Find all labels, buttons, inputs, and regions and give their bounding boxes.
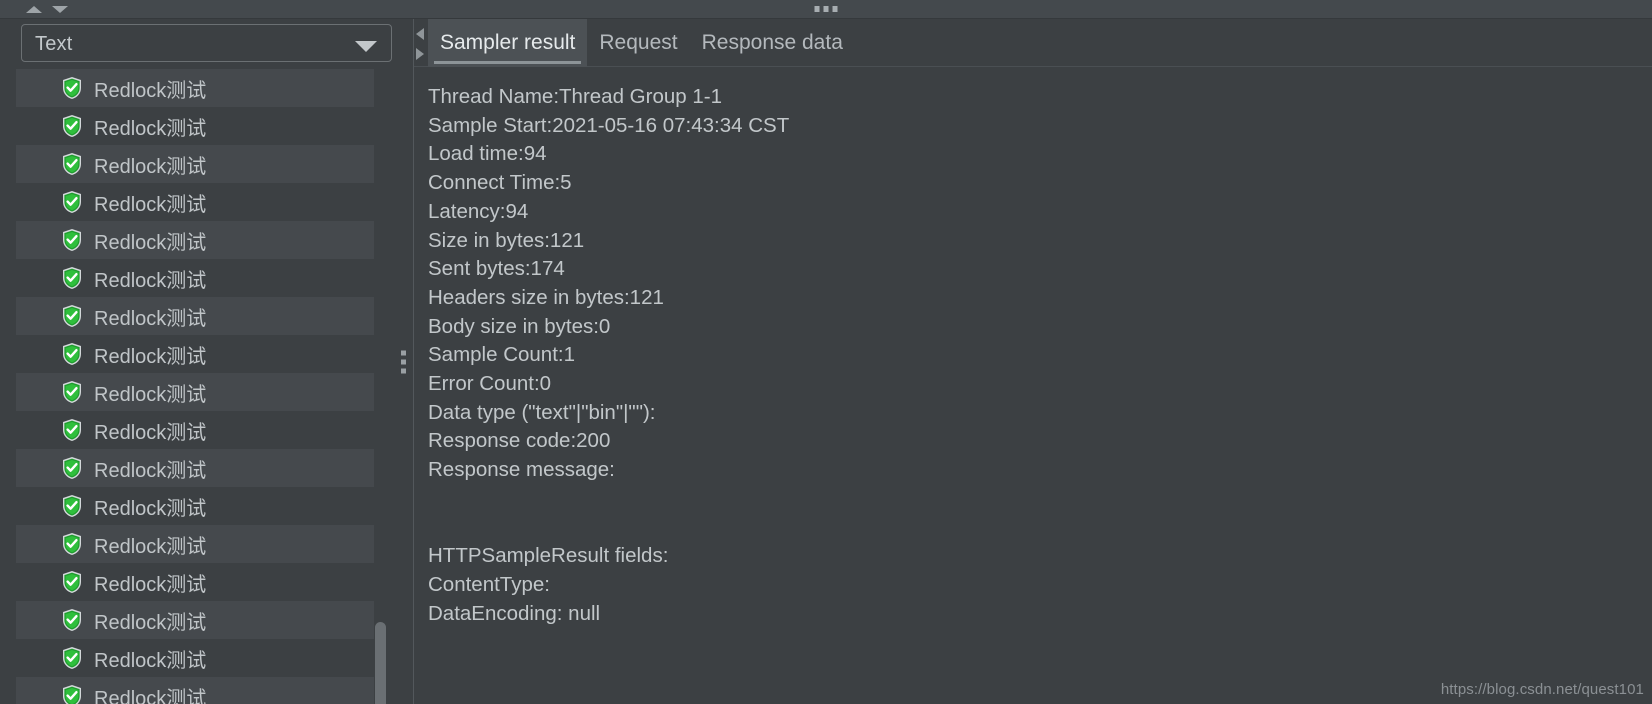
splitter-dot [401, 359, 406, 364]
green-shield-check-icon [61, 266, 83, 290]
splitter-dot [401, 368, 406, 373]
view-selector-dropdown[interactable]: Text [21, 24, 392, 62]
list-item-label: Redlock测试 [94, 611, 207, 634]
green-shield-check-icon [61, 532, 83, 556]
tab-sampler-result[interactable]: Sampler result [428, 19, 588, 67]
green-shield-check-icon [61, 418, 83, 442]
horizontal-splitter-handle[interactable] [814, 6, 838, 12]
list-item-label: Redlock测试 [94, 459, 207, 482]
green-shield-check-icon [61, 76, 83, 100]
sample-result-list[interactable]: Redlock测试 Redlock测试 Redlock测试 Redlock测试 Redl… [0, 69, 395, 704]
green-shield-check-icon [61, 684, 83, 704]
green-shield-check-icon [61, 646, 83, 670]
green-shield-check-icon [61, 380, 83, 404]
green-shield-check-icon [61, 494, 83, 518]
green-shield-check-icon [61, 608, 83, 632]
left-list-scrollbar-thumb[interactable] [375, 622, 386, 704]
tab-label: Sampler result [440, 31, 576, 54]
splitter-dot [823, 6, 829, 12]
view-selector-value: Text [35, 33, 73, 55]
watermark: https://blog.csdn.net/quest101 [1440, 681, 1644, 698]
list-item-label: Redlock测试 [94, 345, 207, 368]
list-item-label: Redlock测试 [94, 687, 207, 704]
green-shield-check-icon [61, 304, 83, 328]
sampler-result-text: Thread Name:Thread Group 1-1 Sample Star… [428, 85, 790, 625]
list-item-label: Redlock测试 [94, 79, 207, 102]
list-item[interactable]: Redlock测试 [0, 373, 395, 411]
green-shield-check-icon [61, 342, 83, 366]
triangle-up-icon[interactable] [26, 6, 42, 13]
splitter-dot [401, 350, 406, 355]
list-item-label: Redlock测试 [94, 649, 207, 672]
triangle-down-icon[interactable] [52, 6, 68, 13]
jmeter-view-results-tree: Text Redlock测试 Redlock测试 Redlock测试 Redlock测… [0, 0, 1652, 704]
list-item[interactable]: Redlock测试 [0, 221, 395, 259]
tab-label: Response data [701, 31, 843, 54]
vertical-splitter[interactable] [395, 19, 414, 704]
tab-scroll-arrows [414, 24, 428, 66]
tab-request[interactable]: Request [587, 19, 689, 67]
list-item-label: Redlock测试 [94, 117, 207, 140]
list-item[interactable]: Redlock测试 [0, 677, 395, 704]
list-item[interactable]: Redlock测试 [0, 601, 395, 639]
list-item-label: Redlock测试 [94, 193, 207, 216]
list-item[interactable]: Redlock测试 [0, 563, 395, 601]
splitter-dot [832, 6, 838, 12]
list-item-label: Redlock测试 [94, 155, 207, 178]
green-shield-check-icon [61, 152, 83, 176]
green-shield-check-icon [61, 114, 83, 138]
right-panel: Sampler result Request Response data Threa… [414, 19, 1652, 704]
splitter-dot [814, 6, 820, 12]
caret-left-icon[interactable] [416, 28, 424, 40]
list-item[interactable]: Redlock测试 [0, 259, 395, 297]
top-toolbar [0, 0, 1652, 19]
list-item-label: Redlock测试 [94, 307, 207, 330]
list-item-label: Redlock测试 [94, 269, 207, 292]
list-item[interactable]: Redlock测试 [0, 411, 395, 449]
list-item-label: Redlock测试 [94, 421, 207, 444]
list-item-label: Redlock测试 [94, 573, 207, 596]
list-item-label: Redlock测试 [94, 535, 207, 558]
list-item[interactable]: Redlock测试 [0, 183, 395, 221]
list-item-label: Redlock测试 [94, 383, 207, 406]
tab-strip: Sampler result Request Response data [414, 19, 1652, 67]
left-list-scrollbar-track[interactable] [375, 69, 391, 704]
list-item[interactable]: Redlock测试 [0, 69, 395, 107]
list-item[interactable]: Redlock测试 [0, 639, 395, 677]
list-item[interactable]: Redlock测试 [0, 145, 395, 183]
green-shield-check-icon [61, 190, 83, 214]
green-shield-check-icon [61, 570, 83, 594]
list-item-label: Redlock测试 [94, 231, 207, 254]
caret-right-icon[interactable] [416, 48, 424, 60]
list-item[interactable]: Redlock测试 [0, 297, 395, 335]
list-item[interactable]: Redlock测试 [0, 107, 395, 145]
list-item[interactable]: Redlock测试 [0, 449, 395, 487]
left-panel: Text Redlock测试 Redlock测试 Redlock测试 Redlock测… [0, 19, 395, 704]
list-item[interactable]: Redlock测试 [0, 487, 395, 525]
chevron-down-icon[interactable] [355, 41, 377, 52]
list-item[interactable]: Redlock测试 [0, 525, 395, 563]
tab-label: Request [599, 31, 678, 54]
list-item-label: Redlock测试 [94, 497, 207, 520]
sampler-result-body: Thread Name:Thread Group 1-1 Sample Star… [414, 67, 1652, 704]
tab-response-data[interactable]: Response data [690, 19, 855, 67]
tabs: Sampler result Request Response data [428, 19, 855, 67]
list-item[interactable]: Redlock测试 [0, 335, 395, 373]
green-shield-check-icon [61, 228, 83, 252]
green-shield-check-icon [61, 456, 83, 480]
vertical-splitter-handle[interactable] [401, 350, 406, 373]
